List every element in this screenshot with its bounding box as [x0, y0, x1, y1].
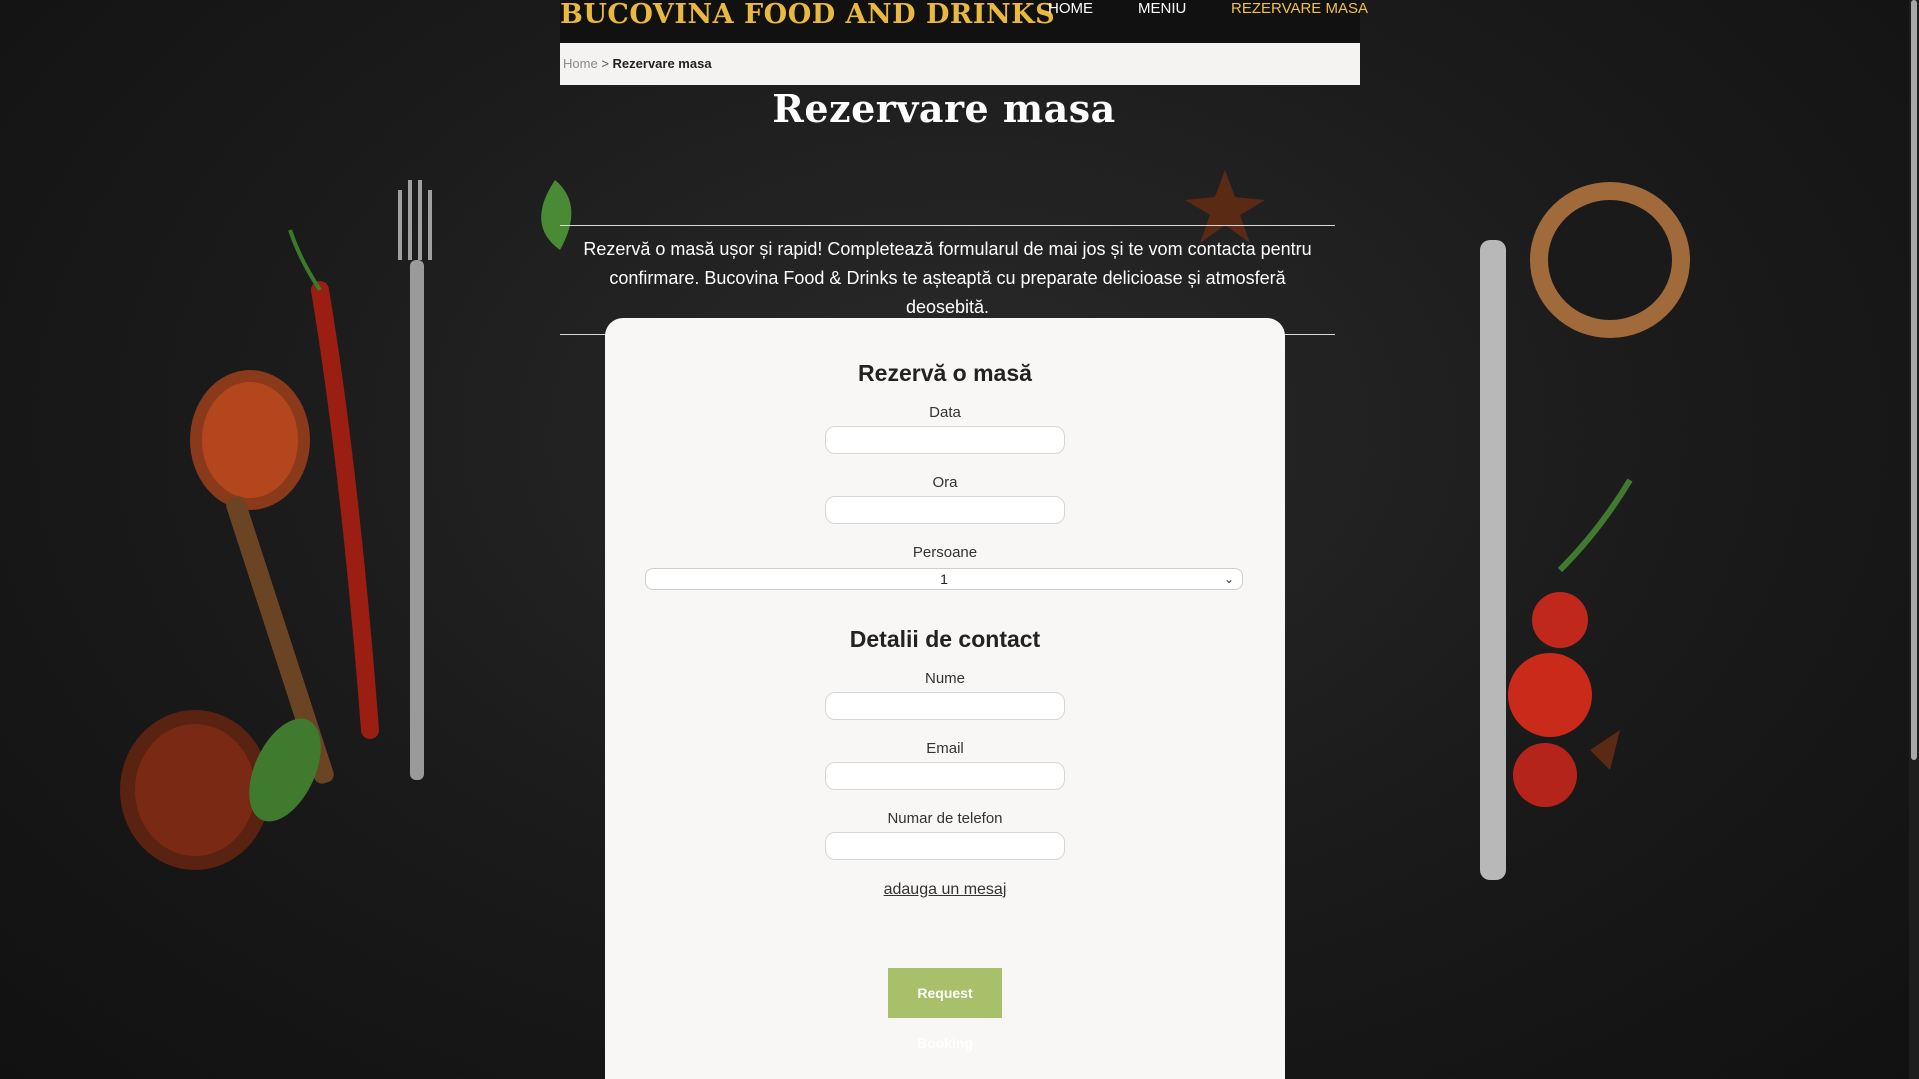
- add-message-link[interactable]: adauga un mesaj: [605, 881, 1285, 899]
- name-field[interactable]: [825, 692, 1065, 720]
- name-label: Nume: [924, 670, 965, 687]
- request-booking-button[interactable]: Request Booking: [888, 968, 1002, 1051]
- breadcrumb: Home > Rezervare masa: [560, 43, 1360, 85]
- date-label: Data: [929, 404, 961, 421]
- nav-item-rezervare-masa[interactable]: REZERVARE MASA: [1231, 0, 1368, 20]
- booking-form-card: Rezervă o masă Data Ora Persoane 1 ⌄ Det…: [605, 318, 1285, 1079]
- cutlery-background-image: [1480, 182, 1690, 880]
- chevron-down-icon: ⌄: [1223, 572, 1234, 586]
- breadcrumb-home-link[interactable]: Home: [563, 56, 598, 71]
- email-label: Email: [926, 740, 964, 757]
- spices-background-image: [120, 180, 432, 870]
- time-label: Ora: [932, 474, 958, 491]
- page-scrollbar[interactable]: [1909, 0, 1919, 1079]
- persons-select-value: 1: [940, 571, 948, 587]
- phone-field[interactable]: [825, 832, 1065, 860]
- site-brand-logo[interactable]: BUCOVINA FOOD AND DRINKS: [560, 0, 1055, 34]
- persons-select[interactable]: 1 ⌄: [645, 568, 1243, 590]
- nav-item-home[interactable]: HOME: [1048, 0, 1093, 20]
- page-title: Rezervare masa: [772, 86, 1116, 131]
- breadcrumb-separator: >: [601, 56, 609, 71]
- scrollbar-thumb[interactable]: [1911, 0, 1917, 760]
- date-field[interactable]: [825, 426, 1065, 454]
- nav-item-meniu[interactable]: MENIU: [1138, 0, 1186, 20]
- contact-heading: Detalii de contact: [849, 626, 1041, 652]
- time-field[interactable]: [825, 496, 1065, 524]
- booking-heading: Rezervă o masă: [858, 360, 1032, 386]
- email-field[interactable]: [825, 762, 1065, 790]
- phone-label: Numar de telefon: [887, 810, 1003, 827]
- breadcrumb-current: Rezervare masa: [612, 56, 712, 71]
- persons-label: Persoane: [912, 544, 978, 561]
